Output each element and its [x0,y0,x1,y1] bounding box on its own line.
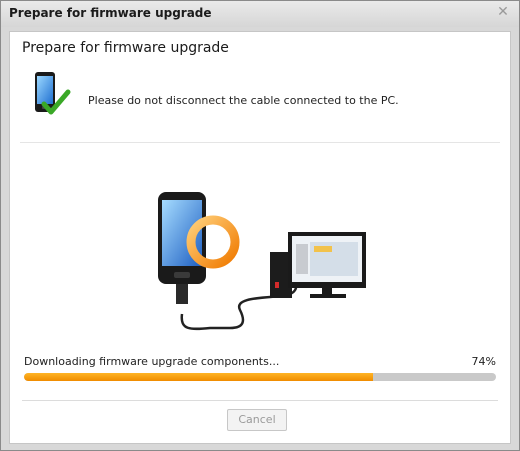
close-icon[interactable]: ✕ [495,4,511,20]
title-bar: Prepare for firmware upgrade ✕ [1,1,519,27]
footer-divider [22,400,498,401]
divider [20,142,500,143]
page-title: Prepare for firmware upgrade [22,40,229,56]
progress-bar [24,373,496,381]
phone-checkmark-icon [35,72,71,115]
window-title: Prepare for firmware upgrade [9,6,212,20]
content-panel: Prepare for firmware upgrade Please do n… [9,31,511,444]
cancel-button[interactable]: Cancel [227,409,287,431]
phone-to-pc-connection-icon [158,192,366,331]
status-message: Please do not disconnect the cable conne… [88,94,399,107]
progress-label: Downloading firmware upgrade components.… [24,355,280,368]
progress-bar-fill [24,373,374,381]
dialog-window: Prepare for firmware upgrade ✕ Prepare f… [0,0,520,451]
progress-percent: 74% [471,355,496,368]
